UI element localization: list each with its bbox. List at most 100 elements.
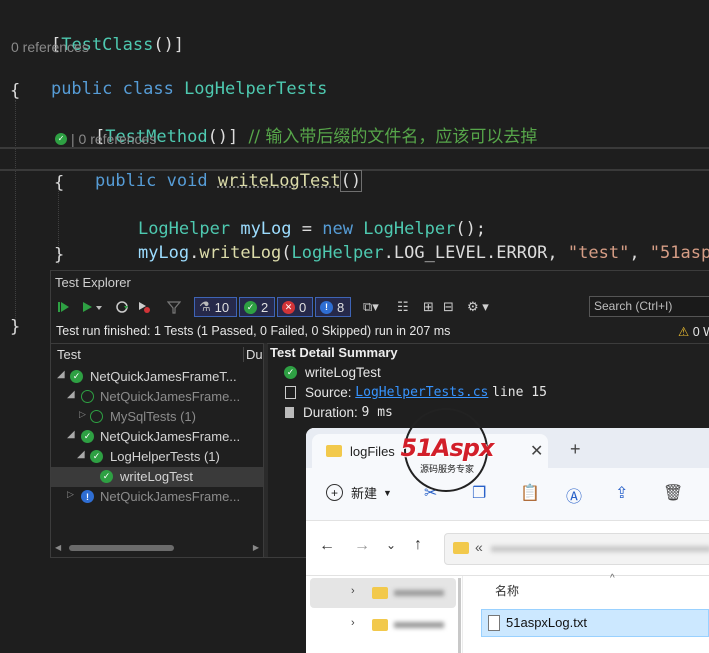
nav-pane-scrollbar[interactable] <box>458 578 461 653</box>
scroll-left-icon: ◀ <box>55 543 62 552</box>
tree-node[interactable]: ◢ ✓ NetQuickJamesFrameT... <box>51 367 263 387</box>
playlist-button[interactable]: ⧉▾ <box>363 297 379 317</box>
collapsed-arrow-icon: ▷ <box>67 489 74 499</box>
run-failed-button[interactable] <box>137 297 151 317</box>
detail-source: Source: LogHelperTests.cs line 15 <box>284 385 547 400</box>
playlist-icon: ⧉▾ <box>363 299 379 314</box>
passed-icon: ✓ <box>90 450 103 463</box>
folder-name-blurred <box>394 590 444 596</box>
warnings-indicator[interactable]: ⚠ 0 W <box>678 324 709 339</box>
column-header-duration[interactable]: Du <box>243 347 263 362</box>
expand-all-button[interactable]: ⊞ <box>423 297 434 317</box>
run-failed-icon <box>139 302 150 313</box>
info-icon: ! <box>81 490 94 503</box>
clock-icon <box>285 407 294 418</box>
tree-node[interactable]: ◢ ✓ LogHelperTests (1) <box>51 447 263 467</box>
passed-icon: ✓ <box>244 300 257 314</box>
run-status-text: Test run finished: 1 Tests (1 Passed, 0 … <box>56 324 451 338</box>
watermark-tagline: 源码服务专家 <box>419 465 474 475</box>
tree-node[interactable]: ◢ ✓ NetQuickJamesFrame... <box>51 427 263 447</box>
chevron-right-icon: › <box>351 585 355 597</box>
run-button[interactable] <box>81 297 103 317</box>
recent-locations-chevron-icon[interactable]: ⌄ <box>386 538 396 552</box>
warning-icon: ⚠ <box>678 325 690 339</box>
passed-icon <box>81 390 94 403</box>
codelens-references[interactable]: 0 references <box>11 39 89 55</box>
folder-name-blurred <box>394 622 444 628</box>
watermark-logo: 51Aspx 源码服务专家 <box>386 406 508 494</box>
column-header-test[interactable]: Test <box>57 347 81 362</box>
new-tab-button[interactable]: + <box>570 439 581 460</box>
nav-folder-item-selected[interactable]: › <box>310 578 456 608</box>
failed-icon: ✕ <box>282 300 295 314</box>
scrollbar-thumb[interactable] <box>69 545 174 551</box>
filter-button[interactable] <box>167 297 181 317</box>
share-icon[interactable]: ⇪ <box>615 483 628 503</box>
test-tree-pane: Test Du ◢ ✓ NetQuickJamesFrameT... ◢ Net… <box>51 343 263 558</box>
watermark-brand: 51Aspx <box>400 434 495 462</box>
file-list: ^ 名称 51aspxLog.txt <box>463 573 709 653</box>
horizontal-scrollbar[interactable]: ◀ ▶ <box>55 543 259 553</box>
tree-node-selected[interactable]: ✓ writeLogTest <box>51 467 263 487</box>
expanded-arrow-icon: ◢ <box>77 449 85 460</box>
passed-tests-badge[interactable]: ✓ 2 <box>239 297 275 317</box>
paste-icon[interactable]: 📋 <box>520 483 540 503</box>
run-icon <box>83 302 102 312</box>
codelens-test-status[interactable]: ✓ | 0 references <box>55 131 156 147</box>
expand-icon: ⊞ <box>423 299 434 314</box>
file-row-selected[interactable]: 51aspxLog.txt <box>481 609 709 637</box>
address-path-blurred <box>491 546 709 552</box>
nav-folder-item[interactable]: › <box>310 610 456 640</box>
expanded-arrow-icon: ◢ <box>67 429 75 440</box>
navigation-pane: › › <box>306 576 463 653</box>
test-explorer-title: Test Explorer <box>55 275 131 290</box>
folder-icon <box>372 619 388 631</box>
code-brace-open: { <box>10 81 21 101</box>
expanded-arrow-icon: ◢ <box>57 369 65 380</box>
passed-icon: ✓ <box>100 470 113 483</box>
failed-tests-badge[interactable]: ✕ 0 <box>277 297 313 317</box>
rename-icon[interactable]: Ⓐ <box>566 483 582 507</box>
not-run-tests-badge[interactable]: ! 8 <box>315 297 351 317</box>
gear-icon: ⚙ ▾ <box>467 299 489 314</box>
sort-up-icon: ^ <box>610 573 615 584</box>
passed-icon: ✓ <box>81 430 94 443</box>
code-brace-inner-open: { <box>54 173 65 193</box>
detail-header: Test Detail Summary <box>270 345 398 360</box>
collapse-all-button[interactable]: ⊟ <box>443 297 454 317</box>
delete-icon[interactable]: 🗑 <box>663 483 683 503</box>
expanded-arrow-icon: ◢ <box>67 389 75 400</box>
up-arrow-icon[interactable]: ↑ <box>414 536 422 554</box>
document-icon <box>285 386 296 399</box>
info-icon: ! <box>320 300 333 314</box>
back-arrow-icon[interactable]: ← <box>319 537 335 555</box>
collapsed-arrow-icon: ▷ <box>79 409 86 419</box>
group-by-button[interactable]: ☷ <box>397 297 409 317</box>
repeat-last-run-button[interactable] <box>115 297 129 317</box>
folder-icon <box>372 587 388 599</box>
tree-node[interactable]: ▷ MySqlTests (1) <box>51 407 263 427</box>
detail-duration: Duration: 9 ms <box>284 405 393 420</box>
run-all-button[interactable] <box>57 297 71 317</box>
tree-node[interactable]: ◢ NetQuickJamesFrame... <box>51 387 263 407</box>
total-tests-badge[interactable]: ⚗ 10 <box>194 297 237 317</box>
forward-arrow-icon[interactable]: → <box>354 537 370 555</box>
tree-node[interactable]: ▷ ! NetQuickJamesFrame... <box>51 487 263 507</box>
navigation-bar: ← → ⌄ ↑ « <box>306 521 709 576</box>
filter-icon <box>167 301 181 314</box>
scroll-right-icon: ▶ <box>252 543 259 552</box>
folder-icon <box>326 445 342 457</box>
new-button[interactable]: + 新建 ▼ <box>326 483 392 502</box>
address-bar[interactable]: « <box>444 533 709 565</box>
flask-icon: ⚗ <box>199 299 211 314</box>
collapse-icon: ⊟ <box>443 299 454 314</box>
folder-icon <box>453 542 469 554</box>
passed-icon: ✓ <box>70 370 83 383</box>
source-link[interactable]: LogHelperTests.cs <box>355 385 488 400</box>
settings-button[interactable]: ⚙ ▾ <box>467 297 489 317</box>
detail-test-name: ✓ writeLogTest <box>284 365 381 380</box>
close-tab-icon[interactable]: ✕ <box>530 441 543 461</box>
search-input[interactable]: Search (Ctrl+I) <box>589 296 709 317</box>
column-header-name[interactable]: 名称 <box>495 582 519 599</box>
chevron-right-icon: › <box>351 617 355 629</box>
